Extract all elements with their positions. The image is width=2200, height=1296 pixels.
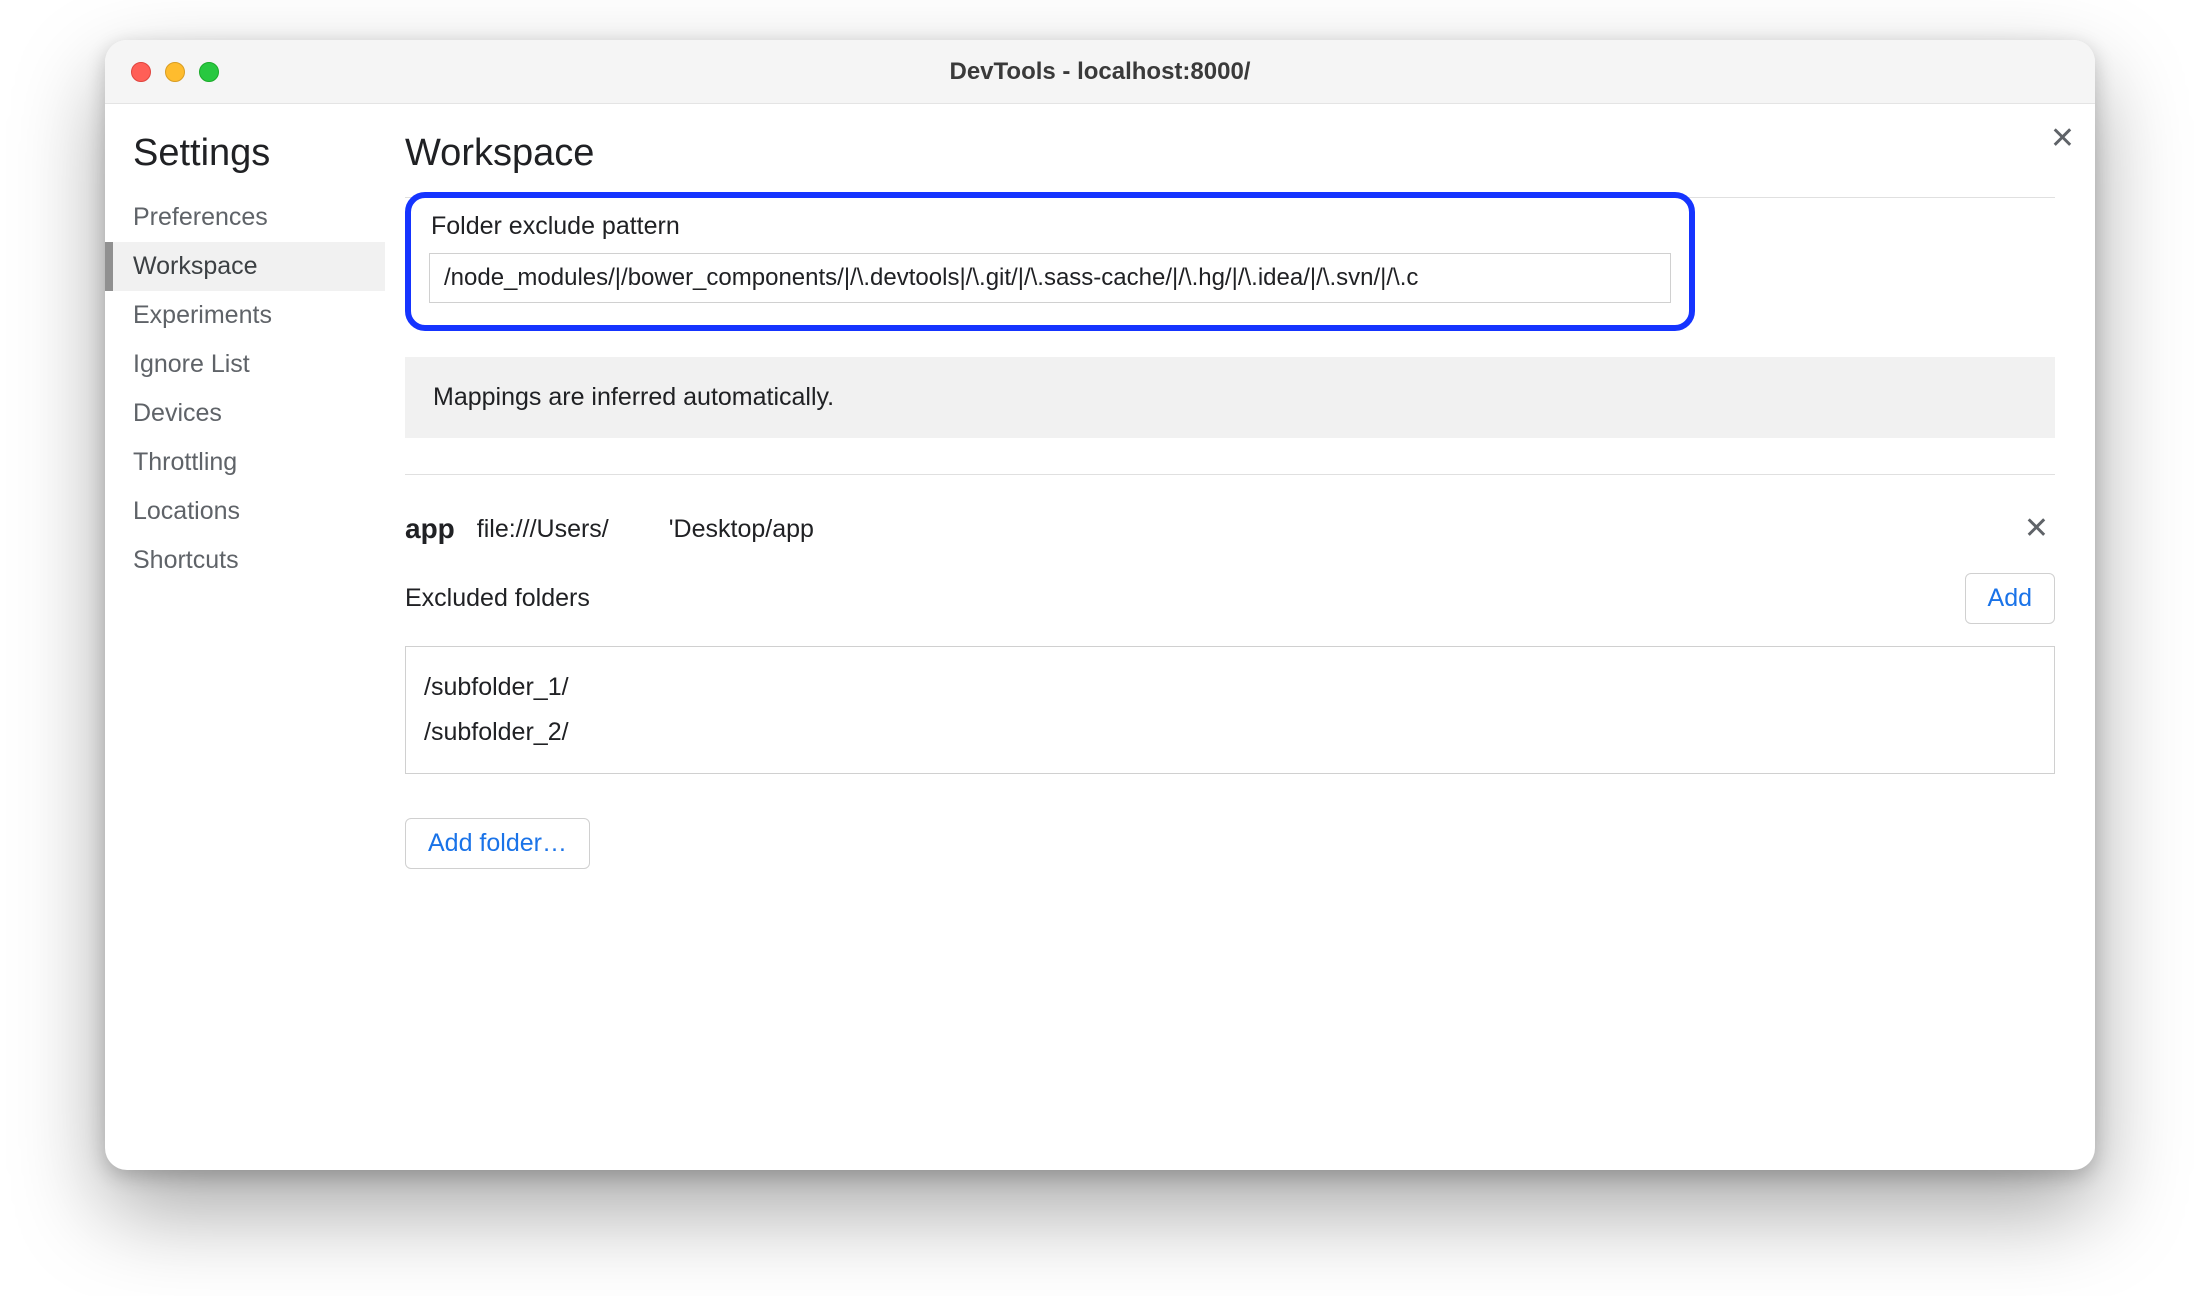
folder-exclude-pattern-label: Folder exclude pattern	[429, 208, 1671, 253]
workspace-folder-url: file:///Users/ 'Desktop/app	[477, 515, 814, 544]
workspace-folder-header: app file:///Users/ 'Desktop/app ✕	[405, 475, 2055, 555]
folder-exclude-pattern-highlight: Folder exclude pattern	[405, 192, 1695, 331]
window-minimize-button[interactable]	[165, 62, 185, 82]
window-titlebar: DevTools - localhost:8000/	[105, 40, 2095, 104]
mappings-info-banner: Mappings are inferred automatically.	[405, 357, 2055, 438]
settings-content: ✕ Workspace Folder exclude pattern Mappi…	[385, 104, 2095, 1170]
devtools-settings-window: DevTools - localhost:8000/ Settings Pref…	[105, 40, 2095, 1170]
close-icon[interactable]: ✕	[2050, 124, 2075, 154]
window-zoom-button[interactable]	[199, 62, 219, 82]
workspace-folder-url-suffix: 'Desktop/app	[669, 515, 814, 543]
excluded-folders-row: Excluded folders Add	[405, 573, 2055, 624]
window-title: DevTools - localhost:8000/	[105, 58, 2095, 86]
sidebar-item-shortcuts[interactable]: Shortcuts	[105, 536, 385, 585]
excluded-folder-item[interactable]: /subfolder_1/	[424, 665, 2036, 710]
excluded-folders-label: Excluded folders	[405, 584, 590, 613]
add-excluded-folder-button[interactable]: Add	[1965, 573, 2055, 624]
excluded-folders-list: /subfolder_1/ /subfolder_2/	[405, 646, 2055, 774]
settings-heading: Settings	[105, 132, 385, 193]
sidebar-item-experiments[interactable]: Experiments	[105, 291, 385, 340]
workspace-folder-url-prefix: file:///Users/	[477, 515, 609, 543]
add-folder-button[interactable]: Add folder…	[405, 818, 590, 869]
sidebar-item-throttling[interactable]: Throttling	[105, 438, 385, 487]
page-title: Workspace	[405, 132, 2055, 198]
sidebar-item-devices[interactable]: Devices	[105, 389, 385, 438]
window-traffic-lights	[105, 62, 219, 82]
sidebar-item-locations[interactable]: Locations	[105, 487, 385, 536]
sidebar-item-preferences[interactable]: Preferences	[105, 193, 385, 242]
settings-sidebar: Settings Preferences Workspace Experimen…	[105, 104, 385, 1170]
workspace-folder-name: app	[405, 513, 455, 545]
window-close-button[interactable]	[131, 62, 151, 82]
sidebar-item-ignore-list[interactable]: Ignore List	[105, 340, 385, 389]
folder-exclude-pattern-input[interactable]	[429, 253, 1671, 303]
sidebar-item-workspace[interactable]: Workspace	[105, 242, 385, 291]
excluded-folder-item[interactable]: /subfolder_2/	[424, 710, 2036, 755]
remove-folder-icon[interactable]: ✕	[2024, 514, 2055, 544]
